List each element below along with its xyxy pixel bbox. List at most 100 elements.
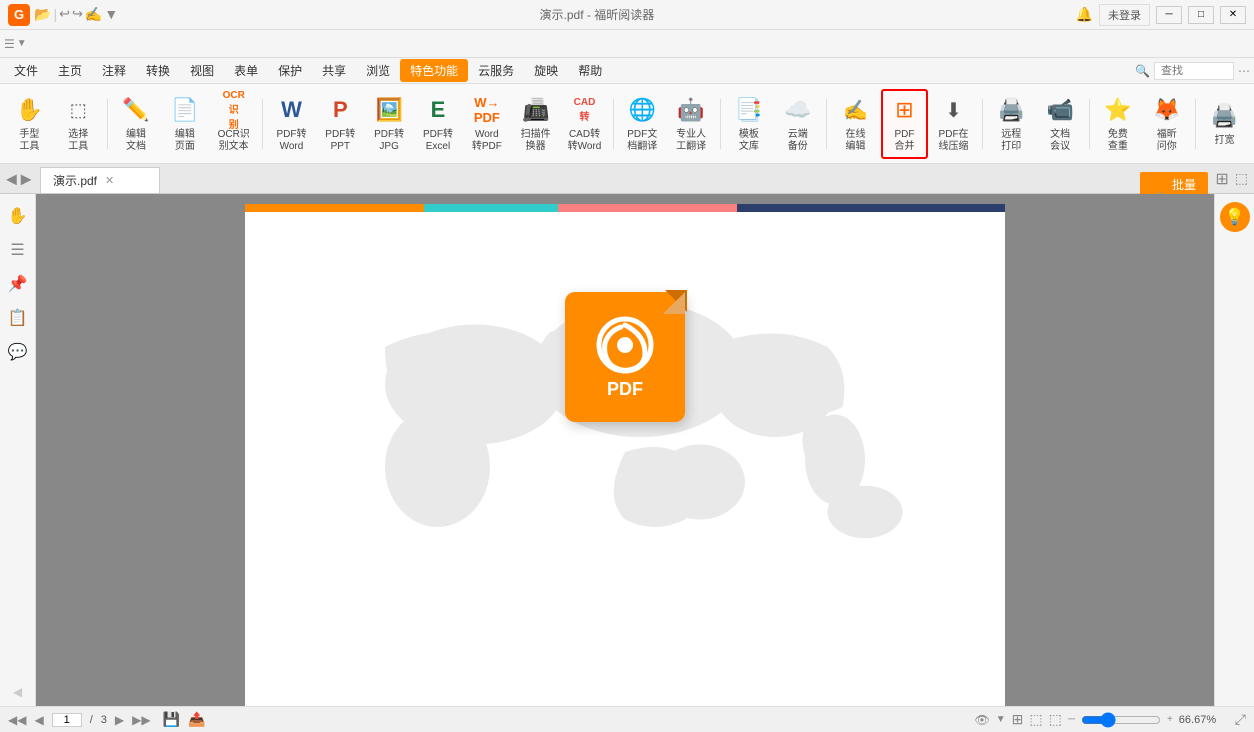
tool-merge[interactable]: ⊞ PDF合并 xyxy=(881,89,928,159)
tool-foxitask[interactable]: 🦊 福昕问你 xyxy=(1143,89,1190,159)
search-icon: 🔍 xyxy=(1135,64,1150,78)
tool-pdf2excel[interactable]: E PDF转Excel xyxy=(415,89,462,159)
left-nav-icons: ◀ ▶ xyxy=(6,170,32,187)
more-icon[interactable]: ⋯ xyxy=(1238,64,1250,78)
tool-ocr[interactable]: OCR识别 OCR识别文本 xyxy=(210,89,257,159)
page-layout-icon[interactable]: ⊞ xyxy=(1012,711,1024,728)
menu-dropdown-icon[interactable]: ▼ xyxy=(104,6,118,23)
menu-convert[interactable]: 转换 xyxy=(136,59,180,82)
pdf-label-text: PDF xyxy=(607,379,643,400)
tool-hand[interactable]: 手型工具 xyxy=(6,89,53,159)
toolbar-quickaccess: 📂 | ↩ ↪ ✍ ▼ xyxy=(34,6,118,23)
menu-file[interactable]: 文件 xyxy=(4,59,48,82)
separator-3 xyxy=(613,99,614,149)
tabbar: ◀ ▶ 演示.pdf ✕ ⊞ ⬚ 📋 批量转PDF xyxy=(0,164,1254,194)
menu-annotate[interactable]: 注释 xyxy=(92,59,136,82)
login-button[interactable]: 未登录 xyxy=(1099,4,1150,26)
menu-play[interactable]: 旋映 xyxy=(524,59,568,82)
redo-icon[interactable]: ↪ xyxy=(72,6,83,23)
tool-tmpl[interactable]: 📑 模板文库 xyxy=(725,89,772,159)
pdf-body: PDF 福昕PDF阅读器 xyxy=(245,212,1005,706)
tool-trans[interactable]: 🌐 PDF文档翻译 xyxy=(619,89,666,159)
tool-pdf2ppt[interactable]: P PDF转PPT xyxy=(317,89,364,159)
first-page-btn[interactable]: ◀◀ xyxy=(8,713,26,727)
menu-share[interactable]: 共享 xyxy=(312,59,356,82)
menu-form[interactable]: 表单 xyxy=(224,59,268,82)
pdf-top-bar xyxy=(245,204,1005,212)
tool-editpage[interactable]: 📄 编辑页面 xyxy=(161,89,208,159)
tool-print[interactable]: 🖨️ 打宽 xyxy=(1201,89,1248,159)
layout-icon[interactable]: ⬚ xyxy=(1235,170,1248,187)
eye-icon[interactable]: 👁 xyxy=(975,713,990,727)
current-page-input[interactable] xyxy=(52,713,82,727)
pdf-content-area[interactable]: PDF 福昕PDF阅读器 xyxy=(36,194,1214,706)
pdf-page: PDF 福昕PDF阅读器 xyxy=(245,204,1005,706)
open-icon[interactable]: 📂 xyxy=(34,6,51,23)
last-page-btn[interactable]: ▶▶ xyxy=(132,713,150,727)
tool-pdf2word[interactable]: W PDF转Word xyxy=(268,89,315,159)
right-panel: 💡 xyxy=(1214,194,1254,706)
sidebar-hand[interactable]: ✋ xyxy=(4,202,32,230)
menu-home[interactable]: 主页 xyxy=(48,59,92,82)
tool-onlineedit[interactable]: ✍ 在线编辑 xyxy=(832,89,879,159)
tool-remoteprint[interactable]: 🖨️ 远程打印 xyxy=(988,89,1035,159)
menu-help[interactable]: 帮助 xyxy=(568,59,612,82)
tool-cloud[interactable]: ☁️ 云端备份 xyxy=(774,89,821,159)
separator-8 xyxy=(1195,99,1196,149)
menu-browse[interactable]: 浏览 xyxy=(356,59,400,82)
maximize-button[interactable]: □ xyxy=(1188,6,1214,24)
sidebar-pages[interactable]: 📋 xyxy=(4,304,32,332)
statusbar-right: 👁 ▼ ⊞ ⬚ ⬚ ─ + 66.67% ⤢ xyxy=(975,711,1246,728)
tool-aitrans[interactable]: 🤖 专业人工翻译 xyxy=(668,89,715,159)
menu-features[interactable]: 特色功能 xyxy=(400,59,468,82)
undo-icon[interactable]: ↩ xyxy=(59,6,70,23)
tool-compress[interactable]: ⬇ PDF在线压缩 xyxy=(930,89,977,159)
grid-icon[interactable]: ☰ xyxy=(4,37,15,51)
fullscreen-icon[interactable]: ⤢ xyxy=(1235,711,1246,728)
tool-cad[interactable]: CAD转 CAD转转Word xyxy=(561,89,608,159)
tool-word2pdf[interactable]: W→PDF Word转PDF xyxy=(463,89,510,159)
menu-view[interactable]: 视图 xyxy=(180,59,224,82)
save-icon[interactable]: 💾 xyxy=(163,711,180,728)
notify-icon[interactable]: 🔔 xyxy=(1076,6,1093,23)
sidebar-comments[interactable]: 💬 xyxy=(4,338,32,366)
tool-scan[interactable]: 📠 扫描件换器 xyxy=(512,89,559,159)
foxit-swirl xyxy=(595,315,655,375)
sidebar-bookmark[interactable]: ☰ xyxy=(4,236,32,264)
sidebar: ✋ ☰ 📌 📋 💬 ◀ xyxy=(0,194,36,706)
sign-icon[interactable]: ✍ xyxy=(85,6,102,23)
zoom-slider[interactable] xyxy=(1081,712,1161,728)
grid-view-icon[interactable]: ⊞ xyxy=(1215,169,1228,189)
menu-cloud[interactable]: 云服务 xyxy=(468,59,524,82)
view-dropdown-icon[interactable]: ▼ xyxy=(996,714,1006,725)
close-button[interactable]: ✕ xyxy=(1220,6,1246,24)
right-icon[interactable]: ▶ xyxy=(21,170,32,187)
tab-demo[interactable]: 演示.pdf ✕ xyxy=(40,167,160,193)
separator-7 xyxy=(1089,99,1090,149)
separator-2 xyxy=(262,99,263,149)
bar-seg3 xyxy=(558,204,737,212)
pdf-logo-box: PDF xyxy=(565,292,685,422)
sidebar-thumbs[interactable]: 📌 xyxy=(4,270,32,298)
lightbulb-button[interactable]: 💡 xyxy=(1220,202,1250,232)
tool-select[interactable]: ⬚ 选择工具 xyxy=(55,89,102,159)
separator-1 xyxy=(107,99,108,149)
tool-pdf2jpg[interactable]: 🖼️ PDF转JPG xyxy=(366,89,413,159)
left-icon[interactable]: ◀ xyxy=(6,170,17,187)
tabbar-right: ⊞ ⬚ 📋 批量转PDF xyxy=(1215,169,1248,189)
export-icon[interactable]: 📤 xyxy=(188,711,205,728)
main-area: ✋ ☰ 📌 📋 💬 ◀ xyxy=(0,194,1254,706)
tool-edit[interactable]: ✏️ 编辑文档 xyxy=(113,89,160,159)
tab-close-button[interactable]: ✕ xyxy=(105,174,114,187)
two-page-icon[interactable]: ⬚ xyxy=(1049,711,1062,728)
sidebar-collapse[interactable]: ◀ xyxy=(4,678,32,706)
prev-page-btn[interactable]: ◀ xyxy=(34,713,43,727)
search-input[interactable] xyxy=(1154,62,1234,80)
single-page-icon[interactable]: ⬚ xyxy=(1029,711,1042,728)
menu-protect[interactable]: 保护 xyxy=(268,59,312,82)
next-page-btn[interactable]: ▶ xyxy=(115,713,124,727)
tool-freereview[interactable]: ⭐ 免费查重 xyxy=(1094,89,1141,159)
tool-docconf[interactable]: 📹 文档会议 xyxy=(1037,89,1084,159)
minimize-button[interactable]: ─ xyxy=(1156,6,1182,24)
titlebar: G 📂 | ↩ ↪ ✍ ▼ 演示.pdf - 福昕阅读器 🔔 未登录 ─ □ ✕ xyxy=(0,0,1254,30)
